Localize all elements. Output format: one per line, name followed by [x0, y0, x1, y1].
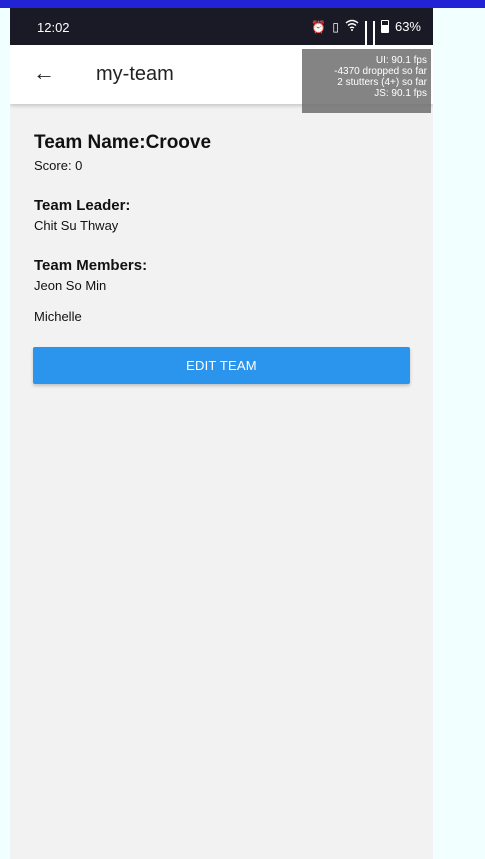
status-time: 12:02: [37, 20, 70, 35]
back-button[interactable]: ←: [30, 59, 58, 87]
battery-icon: [380, 20, 389, 33]
list-item: Michelle: [34, 309, 82, 324]
team-name: Team Name:Croove: [34, 132, 212, 153]
stutters-readout: 2 stutters (4+) so far: [337, 77, 427, 88]
js-fps-readout: JS: 90.1 fps: [374, 88, 427, 99]
status-bar: 12:02 ⏰ ▯ 63%: [10, 8, 433, 48]
wifi-icon: [345, 19, 359, 34]
status-icons: ⏰ ▯ 63%: [311, 19, 421, 48]
top-color-strip: [0, 0, 485, 8]
arrow-left-icon: ←: [33, 60, 55, 85]
team-score: Score: 0: [34, 158, 83, 173]
team-leader-heading: Team Leader:: [34, 197, 131, 214]
team-members-heading: Team Members:: [34, 257, 148, 274]
alarm-icon: ⏰: [311, 19, 327, 34]
phone-screen: 12:02 ⏰ ▯ 63% ← my-team UI: 90.1 fps -43…: [10, 8, 433, 859]
signal-icon: [364, 21, 367, 48]
team-leader-name: Chit Su Thway: [34, 218, 119, 233]
perf-monitor-overlay: UI: 90.1 fps -4370 dropped so far 2 stut…: [302, 49, 431, 113]
battery-percent: 63%: [394, 19, 421, 34]
edit-team-button[interactable]: EDIT TEAM: [33, 347, 410, 384]
side-background: [433, 8, 485, 859]
list-item: Jeon So Min: [34, 278, 107, 293]
ui-fps-readout: UI: 90.1 fps: [375, 55, 427, 66]
dropped-frames-readout: -4370 dropped so far: [334, 66, 427, 77]
team-members-list: Jeon So Min Michelle: [34, 278, 410, 325]
page-title: my-team: [96, 63, 174, 85]
signal-icon: [372, 21, 375, 48]
vibrate-icon: ▯: [332, 19, 339, 34]
team-details: Team Name:Croove Score: 0 Team Leader: C…: [34, 132, 410, 340]
